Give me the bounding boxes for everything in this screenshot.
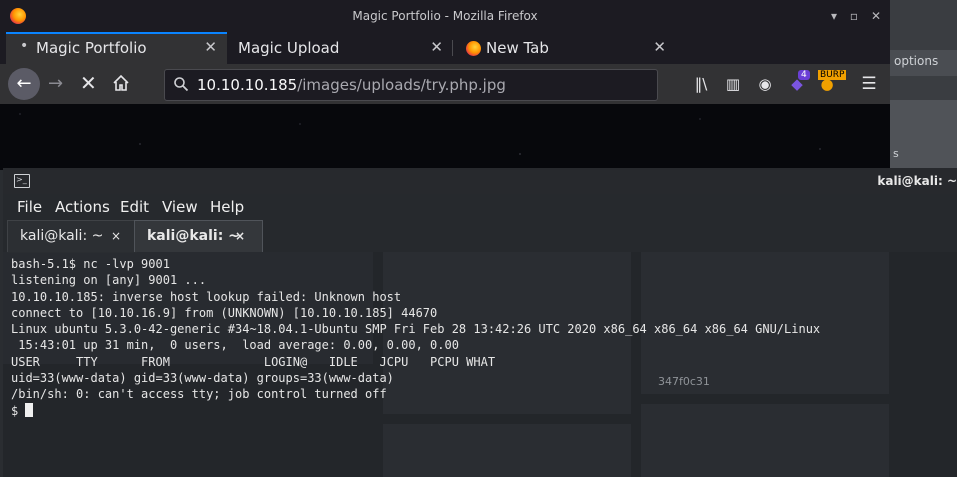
restore-icon[interactable]: ▫ <box>846 8 862 24</box>
terminal-tab-close-icon[interactable]: × <box>235 229 245 243</box>
terminal-titlebar: >_ kali@kali: ~ <box>3 168 957 194</box>
terminal-line: 15:43:01 up 31 min, 0 users, load averag… <box>11 338 459 353</box>
page-content <box>0 104 890 170</box>
sidebar-icon[interactable]: ▥ <box>724 75 742 93</box>
menu-view[interactable]: View <box>162 198 198 216</box>
url-bar[interactable]: 10.10.10.185/images/uploads/try.php.jpg <box>164 69 658 101</box>
menu-file[interactable]: File <box>17 198 42 216</box>
burp-label: BURP <box>818 70 847 80</box>
bg-s-label: s <box>893 147 899 160</box>
firefox-titlebar: Magic Portfolio - Mozilla Firefox ▾ ▫ ✕ <box>0 0 890 32</box>
tab-label: New Tab <box>486 39 549 57</box>
firefox-window: Magic Portfolio - Mozilla Firefox ▾ ▫ ✕ … <box>0 0 890 170</box>
account-icon[interactable]: ◉ <box>756 75 774 93</box>
bg-tile <box>383 424 631 477</box>
library-icon[interactable]: ‖\ <box>692 75 710 93</box>
terminal-line: /bin/sh: 0: can't access tty; job contro… <box>11 387 387 402</box>
tab-close-icon[interactable]: ✕ <box>653 38 666 56</box>
tab-close-icon[interactable]: ✕ <box>204 38 217 56</box>
tab-label: Magic Upload <box>238 39 340 57</box>
tab-magic-upload[interactable]: Magic Upload ✕ <box>228 32 453 64</box>
terminal-icon: >_ <box>14 174 30 188</box>
terminal-line: Linux ubuntu 5.3.0-42-generic #34~18.04.… <box>11 322 821 337</box>
close-window-icon[interactable]: ✕ <box>868 8 884 24</box>
terminal-tab-label: kali@kali: ~ <box>147 228 240 244</box>
url-host: 10.10.10.185 <box>197 76 298 94</box>
shell-prompt: $ <box>11 403 26 418</box>
browser-tab-strip: • Magic Portfolio ✕ Magic Upload ✕ New T… <box>0 32 890 91</box>
tab-separator <box>452 40 453 56</box>
firefox-favicon-icon <box>466 41 481 56</box>
menu-icon[interactable]: ☰ <box>860 75 878 93</box>
url-path: /images/uploads/try.php.jpg <box>297 76 506 94</box>
terminal-tab-1[interactable]: kali@kali: ~ × <box>7 220 137 253</box>
menu-help[interactable]: Help <box>210 198 244 216</box>
url-text: 10.10.10.185/images/uploads/try.php.jpg <box>197 76 506 94</box>
terminal-line: connect to [10.10.16.9] from (UNKNOWN) [… <box>11 305 438 320</box>
home-icon[interactable] <box>112 74 130 92</box>
menu-edit[interactable]: Edit <box>120 198 149 216</box>
extension-badge: 4 <box>798 70 810 80</box>
stop-icon[interactable]: ✕ <box>80 71 97 95</box>
terminal-tab-2[interactable]: kali@kali: ~ × <box>134 220 263 252</box>
forward-icon[interactable]: → <box>48 73 63 94</box>
window-title: Magic Portfolio - Mozilla Firefox <box>352 9 538 23</box>
terminal-tab-close-icon[interactable]: × <box>111 229 121 243</box>
tab-close-icon[interactable]: ✕ <box>430 38 443 56</box>
terminal-prompt-line[interactable]: $ <box>11 402 820 419</box>
tab-label: Magic Portfolio <box>36 39 147 57</box>
search-icon <box>174 77 189 92</box>
terminal-title: kali@kali: ~ <box>877 174 957 188</box>
loading-indicator-icon: • <box>20 38 29 54</box>
terminal-window: >_ kali@kali: ~ File Actions Edit View H… <box>3 168 957 477</box>
bg-options-label: options <box>894 54 939 68</box>
tab-magic-portfolio[interactable]: • Magic Portfolio ✕ <box>6 32 227 64</box>
back-icon[interactable]: ← <box>8 68 40 100</box>
terminal-menubar: File Actions Edit View Help <box>3 194 957 218</box>
text-cursor <box>25 402 34 417</box>
terminal-lines: bash-5.1$ nc -lvp 9001 listening on [any]… <box>11 256 820 419</box>
terminal-line: bash-5.1$ nc -lvp 9001 <box>11 257 170 271</box>
terminal-tab-label: kali@kali: ~ <box>20 228 104 244</box>
terminal-line: listening on [any] 9001 ... <box>11 273 207 288</box>
terminal-line: 10.10.10.185: inverse host lookup failed… <box>11 289 402 304</box>
terminal-tab-strip: kali@kali: ~ × kali@kali: ~ × <box>3 220 957 253</box>
terminal-output[interactable]: 347f0c31 bash-5.1$ nc -lvp 9001 listening… <box>3 252 957 477</box>
menu-actions[interactable]: Actions <box>55 198 110 216</box>
tab-new-tab[interactable]: New Tab ✕ <box>454 32 676 64</box>
minimize-icon[interactable]: ▾ <box>826 8 842 24</box>
terminal-line: uid=33(www-data) gid=33(www-data) groups… <box>11 371 394 386</box>
terminal-line: USER TTY FROM LOGIN@ IDLE JCPU PCPU WHAT <box>11 354 496 369</box>
